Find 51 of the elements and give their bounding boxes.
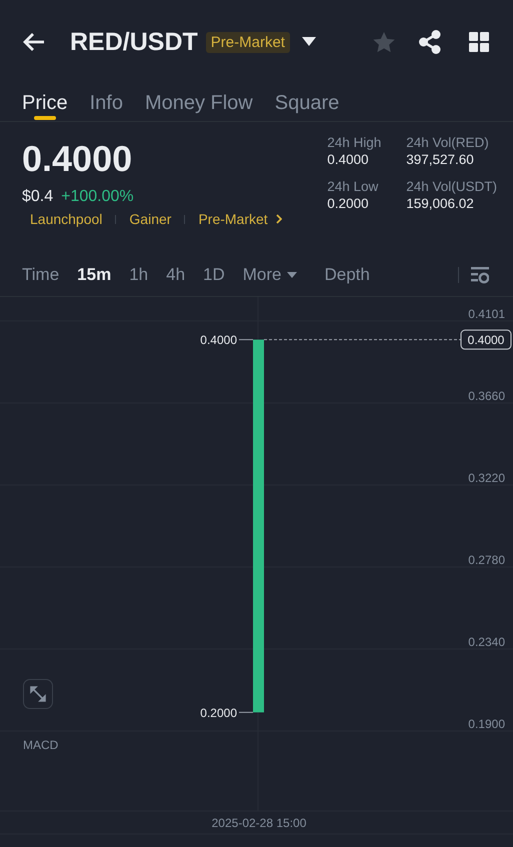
tab[interactable]: Square [274,84,340,121]
axis-label: 0.4101 [468,306,505,321]
indicator-label: MACD [23,738,58,752]
caret-icon [286,272,296,278]
stat-value: 397,527.60 [406,152,475,167]
tag-label: Launchpool [30,211,102,227]
pair-title: RED/USDT [70,28,198,56]
tag-label: Pre-Market [198,211,268,227]
price-change: +100.00% [61,187,134,207]
tab[interactable]: Money Flow [144,84,253,121]
back-icon[interactable] [22,32,46,52]
stat-label: 24h Vol(RED) [406,135,490,150]
interval-tab[interactable]: 15m [77,265,112,285]
interval-tab[interactable]: Depth [324,265,370,285]
fullscreen-button[interactable] [23,679,53,709]
tab[interactable]: Info [90,84,123,121]
last-price: 0.4000 [22,138,134,180]
interval-tab[interactable]: 4h [166,265,186,285]
interval-tab[interactable]: 1h [129,265,148,285]
stat-value: 0.2000 [327,196,370,211]
tag-link[interactable]: Pre-Market [198,211,282,227]
share-icon[interactable] [419,30,441,54]
tag-label: Gainer [129,211,172,227]
current-price-label: 0.4000 [460,330,512,350]
stat-label: 24h Vol(USDT) [406,179,497,194]
more-menu[interactable]: More [242,265,296,285]
star-icon[interactable] [373,32,395,52]
stat-value: 0.4000 [327,152,370,167]
time-label: 2025-02-28 15:00 [212,816,306,830]
axis-label: 0.3660 [468,389,505,403]
market-badge: Pre-Market [206,32,290,52]
axis-label: 0.3220 [468,471,505,485]
tab[interactable]: Price [22,84,68,121]
stat-value: 159,006.02 [406,196,475,211]
interval-tab[interactable]: 1D [203,265,225,285]
axis-label: 0.2780 [468,553,505,567]
chart-settings-icon[interactable] [471,266,489,284]
axis-label: 0.1900 [468,717,505,731]
leader-line [238,712,254,713]
caret-icon[interactable] [302,37,316,47]
grid-icon[interactable] [469,32,489,52]
fiat-price: $0.4 [22,187,54,207]
leader-line [238,339,254,340]
low-label: 0.2000 [200,706,237,720]
axis-label: 0.2340 [468,635,505,649]
stat-label: 24h High [327,135,382,150]
stat-label: 24h Low [327,179,380,194]
high-label: 0.4000 [200,333,237,348]
expand-icon [30,686,46,702]
interval-tab[interactable]: Time [22,265,60,285]
chevron-icon [276,214,282,224]
